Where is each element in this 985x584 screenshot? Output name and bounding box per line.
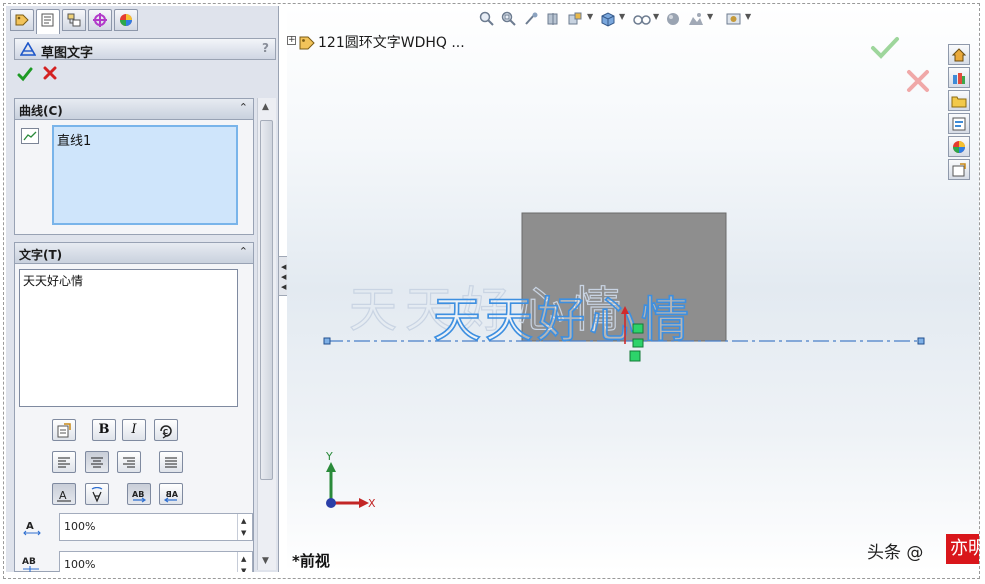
flip-horizontal-button[interactable]: AB [127,483,151,505]
line-endpoint-right[interactable] [917,337,925,345]
text-group-header[interactable]: 文字(T) ⌃ [15,243,253,264]
watermark: 头条 @ 亦明图记 [867,528,979,566]
model-canvas[interactable]: 天天好心情 天天好心情 Y X [287,6,979,572]
sketch-text-icon [20,42,36,56]
feature-manager-icon [15,14,29,26]
curves-group-title: 曲线(C) [19,104,63,118]
scroll-thumb[interactable] [260,120,273,480]
rotate-icon: C [160,425,172,439]
tab-display-manager[interactable] [114,9,138,31]
flip-upside-button[interactable] [85,483,109,505]
flip-upside-icon [91,487,103,503]
ok-check-icon[interactable] [17,66,33,82]
curve-selection-icon [21,128,39,144]
text-group: 文字(T) ⌃ 天天好心情 B I C A AB AB A 100% ▲ ▼ A… [14,242,254,572]
watermark-prefix: 头条 @ [867,543,924,563]
width-factor-icon: A [23,521,41,536]
tab-dimxpert-manager[interactable] [88,9,112,31]
triad-origin [326,498,336,508]
svg-text:A: A [59,489,67,502]
property-manager-panel: 草图文字 ? 曲线(C) ⌃ 直线1 文字(T) ⌃ 天天好心情 B I C A… [6,6,279,572]
flip-backward-button[interactable]: AB [159,483,183,505]
flip-backward-icon: AB [163,490,178,503]
triad-x-label: X [368,497,376,510]
width-factor-value: 100% [64,520,96,533]
collapse-icon[interactable]: ⌃ [239,245,248,258]
justify-icon [165,457,177,468]
graphics-viewport[interactable]: ▼ ▼ ▼ ▼ ▼ + 121圆环文字WDHQ ... 天天好心情 天天好心情 … [287,6,979,572]
triad-y-label: Y [325,450,333,463]
justify-button[interactable] [159,451,183,473]
char-spacing-icon: AB [22,557,39,572]
tab-configuration-manager[interactable] [62,9,86,31]
curves-group-header[interactable]: 曲线(C) ⌃ [15,99,253,120]
dimxpert-icon [93,13,107,27]
sketch-text-input[interactable]: 天天好心情 [19,269,238,407]
tab-feature-manager[interactable] [10,9,34,31]
align-right-icon [123,457,135,468]
align-left-icon [58,457,70,468]
relation-marker[interactable] [632,323,644,334]
configuration-manager-icon [67,13,81,27]
bold-button[interactable]: B [92,419,116,441]
view-name-label: *前视 [292,552,330,570]
flip-vertical-button[interactable]: A [52,483,76,505]
line-endpoint-left[interactable] [323,337,331,345]
flip-vertical-icon: A [57,489,71,502]
property-manager-title: 草图文字 [41,46,94,61]
svg-text:C: C [163,428,168,436]
char-spacing-spinner[interactable]: ▲ ▼ [237,552,252,572]
link-property-button[interactable] [52,419,76,441]
italic-button[interactable]: I [122,419,146,441]
help-icon[interactable]: ? [262,41,269,55]
link-property-icon [57,423,71,438]
char-spacing-value: 100% [64,558,96,571]
align-right-button[interactable] [117,451,141,473]
char-spacing-field[interactable]: 100% ▲ ▼ [59,551,253,572]
watermark-name: 亦明图记 [946,534,979,564]
tab-property-manager[interactable] [36,9,60,34]
cancel-close-icon[interactable] [43,66,57,80]
panel-scrollbar[interactable]: ▲ ▼ [257,98,276,570]
flip-horizontal-icon: AB [132,490,147,503]
curve-selection-list[interactable]: 直线1 [52,125,238,225]
scroll-down-arrow[interactable]: ▼ [262,556,269,566]
display-manager-icon [120,14,132,26]
scroll-up-arrow[interactable]: ▲ [262,102,269,112]
text-group-title: 文字(T) [19,248,63,262]
align-center-icon [91,457,103,468]
rotate-button[interactable]: C [154,419,178,441]
property-manager-icon [41,13,54,27]
list-item[interactable]: 直线1 [57,130,91,149]
property-manager-title-bar: 草图文字 ? [14,38,276,61]
align-left-button[interactable] [52,451,76,473]
curves-group: 曲线(C) ⌃ 直线1 [14,98,254,235]
width-factor-spinner[interactable]: ▲ ▼ [237,514,252,540]
collapse-icon[interactable]: ⌃ [239,101,248,114]
sketch-text[interactable]: 天天好心情 [432,291,693,349]
panel-tabs [6,6,278,34]
svg-text:A: A [26,521,34,532]
align-center-button[interactable] [85,451,109,473]
width-factor-field[interactable]: 100% ▲ ▼ [59,513,253,541]
svg-text:AB: AB [22,557,36,567]
